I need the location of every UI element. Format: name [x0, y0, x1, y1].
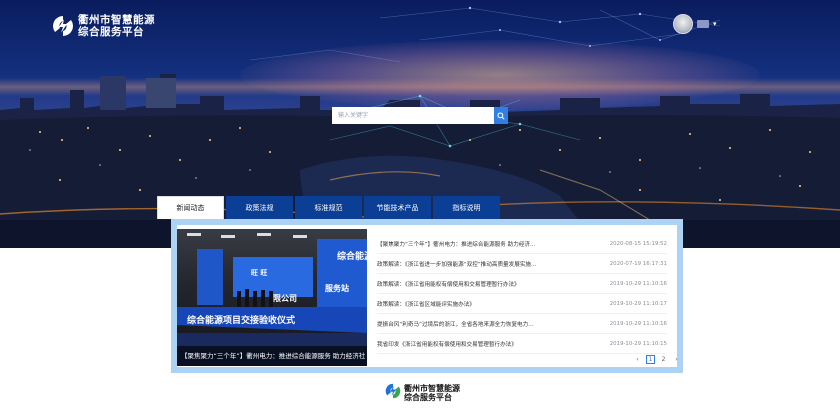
pagination: ‹ 1 2 ›: [633, 355, 681, 364]
news-date: 2020-07-19 16:17:31: [609, 260, 667, 267]
news-date: 2019-10-29 11:10:15: [609, 340, 667, 347]
news-item[interactable]: 提振台风“利奇马”过境后的浙江，全省各地来源全力恢复电力... 2019-10-…: [377, 314, 667, 334]
news-title[interactable]: 我省印发《浙江省用能权有偿使用和交易管理暂行办法》: [377, 340, 517, 348]
user-name[interactable]: [697, 20, 709, 28]
site-brand[interactable]: 衢州市智慧能源 综合服务平台: [52, 14, 155, 38]
news-panel-content: 综合能源 服务站 旺 旺 限公司 综合能源项目交接验收仪式 【聚焦聚力“三个年”…: [177, 225, 678, 367]
page-button-1[interactable]: 1: [646, 355, 655, 364]
news-list: 【聚焦聚力“三个年”】衢州电力：推进综合能源服务 助力经济... 2020-08…: [377, 234, 667, 354]
search-icon: [497, 111, 505, 120]
user-menu[interactable]: ▾: [673, 14, 717, 34]
news-title[interactable]: 政策解读：《浙江省用能权有偿使用和交易管理暂行办法》: [377, 280, 520, 288]
tab-policies[interactable]: 政策法规: [226, 196, 293, 219]
tab-news[interactable]: 新闻动态: [157, 196, 224, 219]
featured-news-photo[interactable]: 综合能源 服务站 旺 旺 限公司 综合能源项目交接验收仪式 【聚焦聚力“三个年”…: [177, 229, 367, 366]
news-date: 2019-10-29 11:10:16: [609, 320, 667, 327]
lightning-logo-icon: [385, 383, 401, 403]
next-page-button[interactable]: ›: [672, 355, 681, 364]
search-bar: [332, 107, 508, 124]
footer-brand-line-1: 衢州市智慧能源: [404, 384, 460, 393]
news-title[interactable]: 政策解读：《浙江省进一步加强能源“双控”推动高质量发展实施...: [377, 260, 536, 268]
photo-company: 限公司: [273, 294, 297, 303]
news-panel: 综合能源 服务站 旺 旺 限公司 综合能源项目交接验收仪式 【聚焦聚力“三个年”…: [171, 219, 683, 373]
brand-name: 衢州市智慧能源 综合服务平台: [78, 14, 155, 38]
search-input[interactable]: [332, 107, 494, 124]
chevron-down-icon[interactable]: ▾: [713, 20, 717, 28]
tab-energy-saving-products[interactable]: 节能技术产品: [364, 196, 431, 219]
news-item[interactable]: 政策解读：《浙江省区域能评实施办法》 2019-10-29 11:10:17: [377, 294, 667, 314]
tab-indicator-notes[interactable]: 指标说明: [433, 196, 500, 219]
photo-small-text: 旺 旺: [251, 269, 267, 277]
photo-sign-2: 服务站: [325, 283, 349, 293]
prev-page-button[interactable]: ‹: [633, 355, 642, 364]
news-item[interactable]: 政策解读：《浙江省进一步加强能源“双控”推动高质量发展实施... 2020-07…: [377, 254, 667, 274]
category-tabs: 新闻动态 政策法规 标准规范 节能技术产品 指标说明: [157, 196, 502, 219]
featured-caption[interactable]: 【聚焦聚力“三个年”】衢州电力：推进综合能源服务 助力经济社: [177, 346, 367, 366]
tab-standards[interactable]: 标准规范: [295, 196, 362, 219]
footer-brand-name: 衢州市智慧能源 综合服务平台: [404, 384, 460, 402]
news-date: 2019-10-29 11:10:17: [609, 300, 667, 307]
search-button[interactable]: [494, 107, 508, 124]
page-button-2[interactable]: 2: [659, 355, 668, 364]
news-title[interactable]: 提振台风“利奇马”过境后的浙江，全省各地来源全力恢复电力...: [377, 320, 534, 328]
brand-line-1: 衢州市智慧能源: [78, 14, 155, 26]
avatar[interactable]: [673, 14, 693, 34]
footer-brand-line-2: 综合服务平台: [404, 393, 452, 402]
brand-line-2: 综合服务平台: [78, 26, 144, 38]
news-date: 2020-08-15 15:19:52: [609, 240, 667, 247]
news-title[interactable]: 政策解读：《浙江省区域能评实施办法》: [377, 300, 475, 308]
news-title[interactable]: 【聚焦聚力“三个年”】衢州电力：推进综合能源服务 助力经济...: [377, 240, 535, 248]
news-item[interactable]: 我省印发《浙江省用能权有偿使用和交易管理暂行办法》 2019-10-29 11:…: [377, 334, 667, 354]
photo-banner-text: 综合能源项目交接验收仪式: [187, 314, 295, 326]
lightning-logo-icon: [52, 15, 74, 37]
footer-brand: 衢州市智慧能源 综合服务平台: [385, 383, 460, 403]
news-item[interactable]: 政策解读：《浙江省用能权有偿使用和交易管理暂行办法》 2019-10-29 11…: [377, 274, 667, 294]
photo-sign-1: 综合能源: [337, 250, 367, 262]
news-item[interactable]: 【聚焦聚力“三个年”】衢州电力：推进综合能源服务 助力经济... 2020-08…: [377, 234, 667, 254]
news-date: 2019-10-29 11:10:16: [609, 280, 667, 287]
